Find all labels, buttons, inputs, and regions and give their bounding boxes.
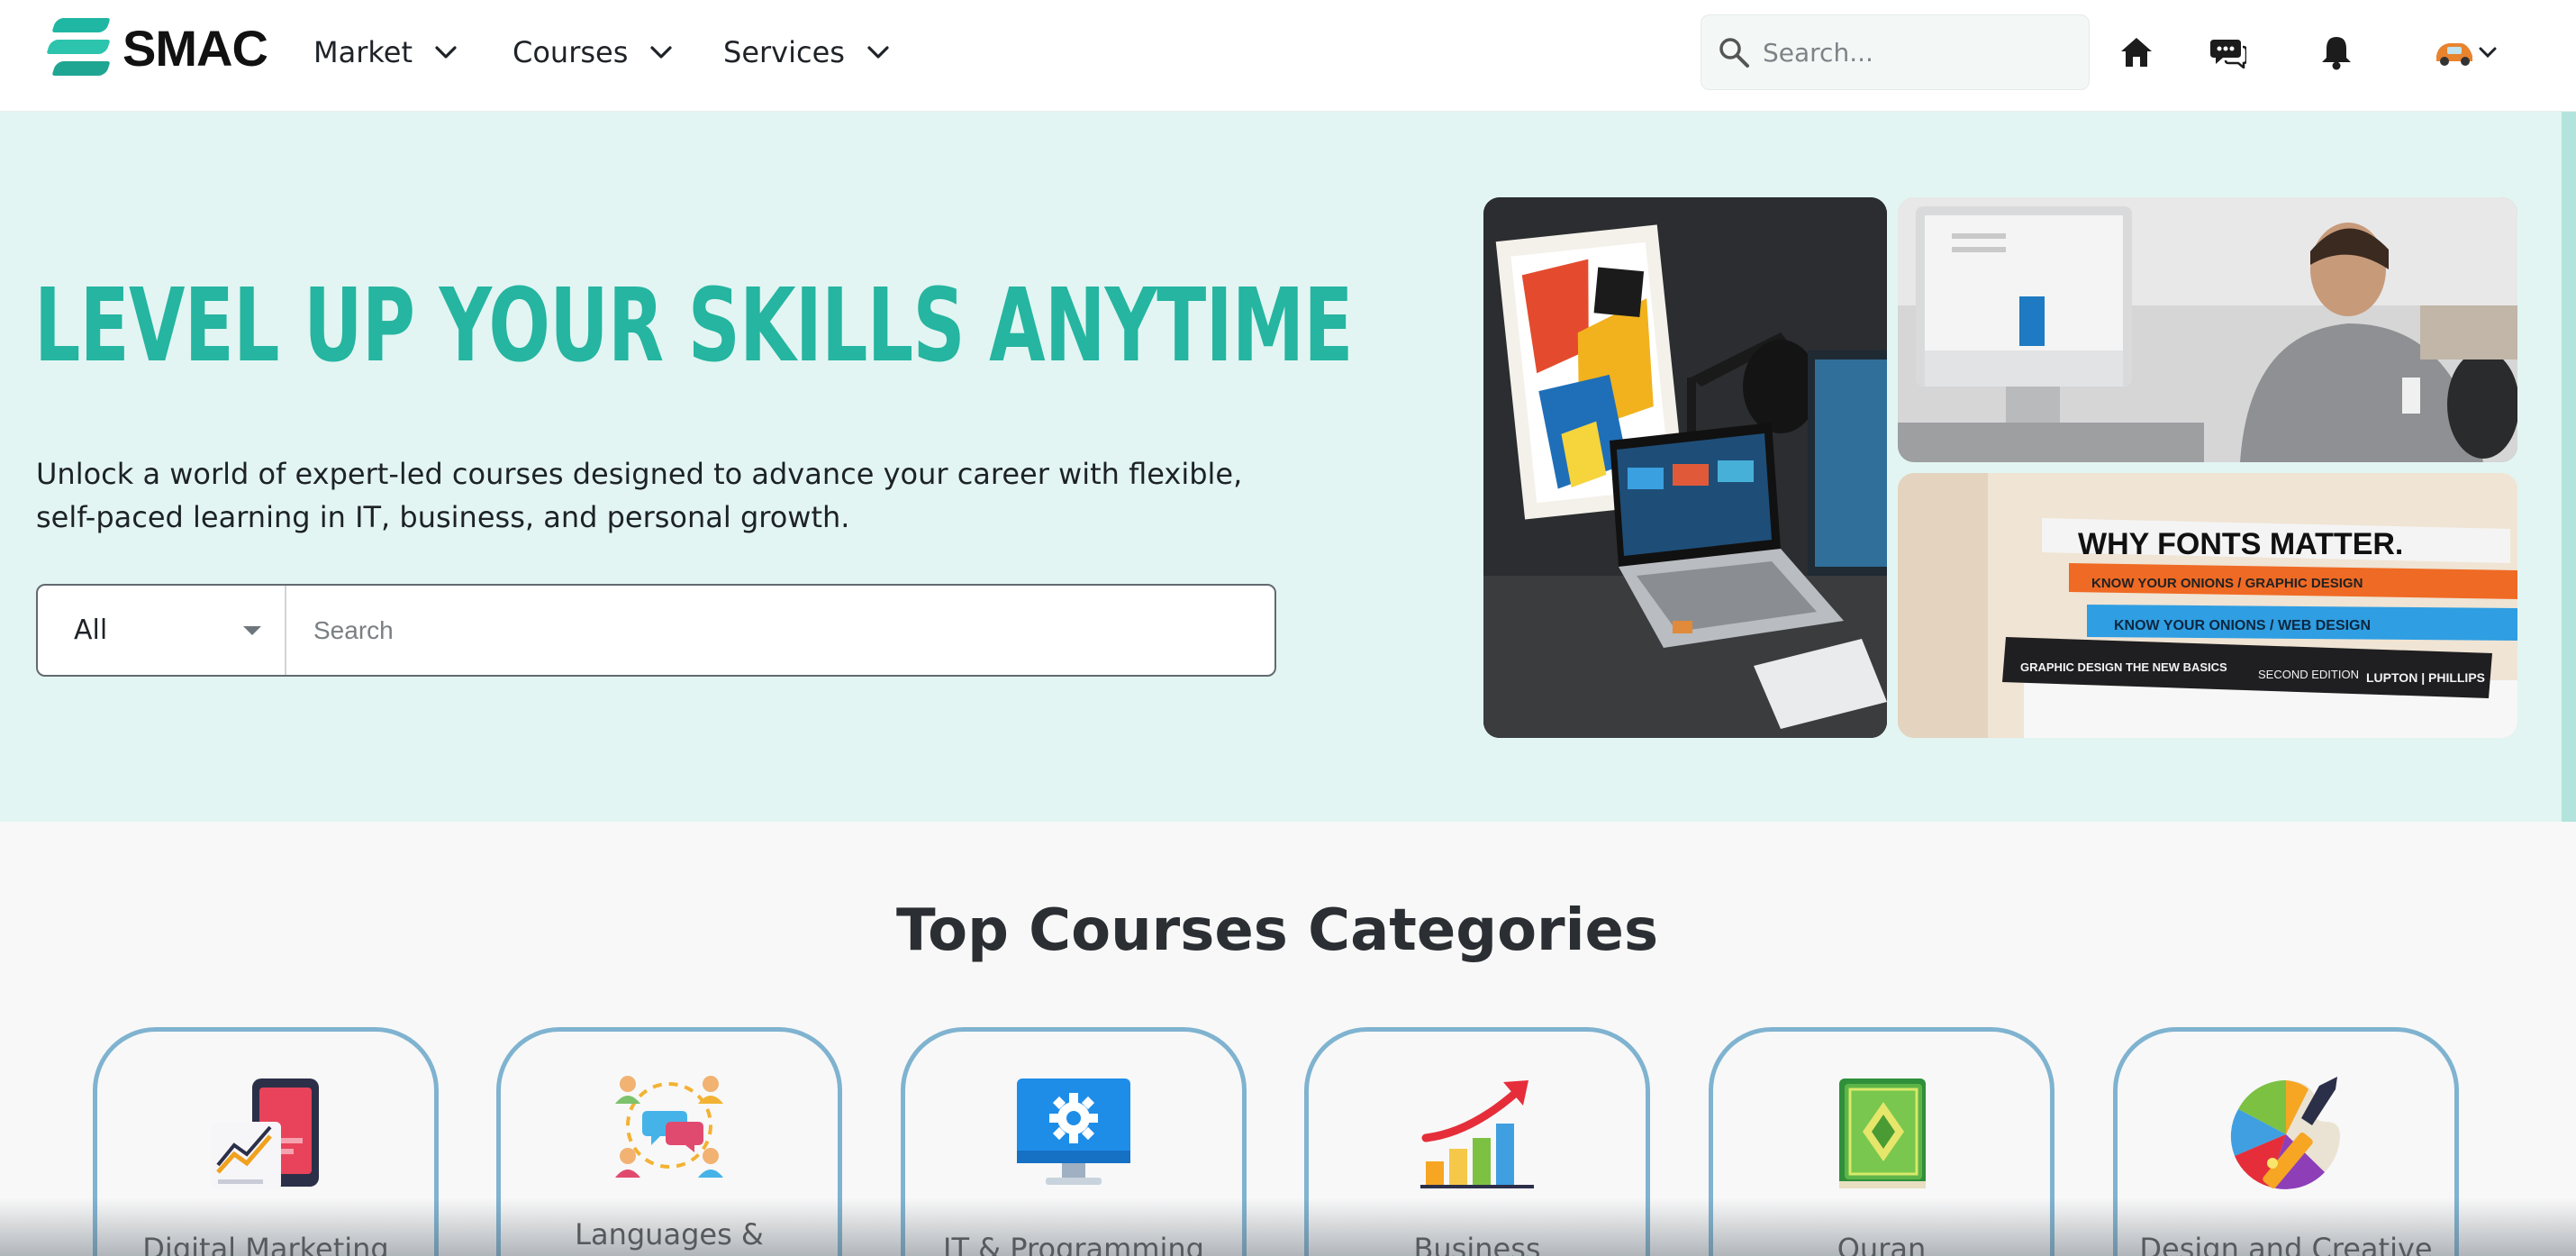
book-title-3: KNOW YOUR ONIONS / WEB DESIGN bbox=[2114, 618, 2371, 633]
category-label: IT & Programming bbox=[943, 1232, 1204, 1256]
nav-services-label: Services bbox=[723, 35, 845, 69]
search-icon bbox=[1716, 34, 1752, 70]
scrollbar-track[interactable] bbox=[2562, 112, 2576, 822]
bell-icon[interactable] bbox=[2313, 27, 2360, 77]
hero-search-input[interactable] bbox=[286, 586, 1274, 675]
hero-section: LEVEL UP YOUR SKILLS ANYTIME Unlock a wo… bbox=[0, 112, 2576, 822]
category-select[interactable]: All bbox=[38, 586, 286, 675]
it-programming-icon bbox=[1011, 1075, 1137, 1192]
book-authors: LUPTON | PHILLIPS bbox=[2366, 670, 2485, 685]
category-label: Design and Creative bbox=[2139, 1232, 2433, 1256]
hero-photo-workspace bbox=[1483, 197, 1887, 738]
chevron-down-icon bbox=[2479, 46, 2497, 59]
quran-icon bbox=[1819, 1075, 1945, 1192]
user-menu[interactable] bbox=[2432, 27, 2497, 77]
category-card-it-programming[interactable]: IT & Programming bbox=[901, 1027, 1247, 1256]
nav-market-label: Market bbox=[313, 35, 413, 69]
book-edition: SECOND EDITION bbox=[2258, 668, 2359, 681]
nav-services[interactable]: Services bbox=[723, 25, 892, 79]
category-card-languages[interactable]: Languages & bbox=[496, 1027, 842, 1256]
workspace-illustration bbox=[1483, 197, 1887, 738]
chevron-down-icon bbox=[648, 39, 675, 66]
category-label: Business bbox=[1413, 1232, 1541, 1256]
top-search-box[interactable] bbox=[1701, 14, 2090, 90]
category-card-business[interactable]: Business bbox=[1304, 1027, 1650, 1256]
chevron-down-icon bbox=[865, 39, 892, 66]
hero-subtitle: Unlock a world of expert-led courses des… bbox=[36, 457, 1243, 534]
nav-courses[interactable]: Courses bbox=[512, 25, 675, 79]
design-creative-icon bbox=[2223, 1075, 2349, 1192]
avatar bbox=[2432, 30, 2477, 75]
category-label: Languages & bbox=[575, 1217, 764, 1251]
hero-photo-books: WHY FONTS MATTER. KNOW YOUR ONIONS / GRA… bbox=[1898, 473, 2517, 738]
chat-icon[interactable] bbox=[2205, 27, 2252, 77]
office-illustration bbox=[1898, 197, 2517, 462]
top-search-input[interactable] bbox=[1763, 37, 2069, 68]
category-label: Quran bbox=[1837, 1232, 1927, 1256]
book-title-1: WHY FONTS MATTER. bbox=[2078, 527, 2403, 561]
category-label: Digital Marketing bbox=[142, 1232, 389, 1256]
home-icon[interactable] bbox=[2113, 27, 2160, 77]
brand-name: SMAC bbox=[122, 19, 268, 77]
categories-title: Top Courses Categories bbox=[895, 897, 1659, 964]
category-card-quran[interactable]: Quran bbox=[1709, 1027, 2054, 1256]
category-card-design-creative[interactable]: Design and Creative bbox=[2113, 1027, 2459, 1256]
book-title-4: GRAPHIC DESIGN THE NEW BASICS bbox=[2020, 660, 2227, 674]
top-navbar: SMAC Market Courses Services bbox=[0, 0, 2576, 112]
hero-photo-office bbox=[1898, 197, 2517, 462]
logo-mark-icon bbox=[46, 16, 112, 79]
category-card-digital-marketing[interactable]: Digital Marketing bbox=[93, 1027, 439, 1256]
chevron-down-icon bbox=[432, 39, 459, 66]
business-icon bbox=[1414, 1075, 1540, 1192]
book-title-2: KNOW YOUR ONIONS / GRAPHIC DESIGN bbox=[2091, 576, 2363, 591]
hero-title: LEVEL UP YOUR SKILLS ANYTIME bbox=[34, 268, 1353, 385]
hero-search-bar: All bbox=[36, 584, 1276, 677]
nav-market[interactable]: Market bbox=[313, 25, 459, 79]
caret-down-icon bbox=[243, 625, 261, 635]
digital-marketing-icon bbox=[203, 1075, 329, 1192]
books-illustration: WHY FONTS MATTER. KNOW YOUR ONIONS / GRA… bbox=[1898, 473, 2517, 738]
category-select-value: All bbox=[74, 614, 108, 646]
brand-logo[interactable]: SMAC bbox=[46, 16, 268, 79]
nav-courses-label: Courses bbox=[512, 35, 629, 69]
languages-icon bbox=[606, 1068, 732, 1185]
